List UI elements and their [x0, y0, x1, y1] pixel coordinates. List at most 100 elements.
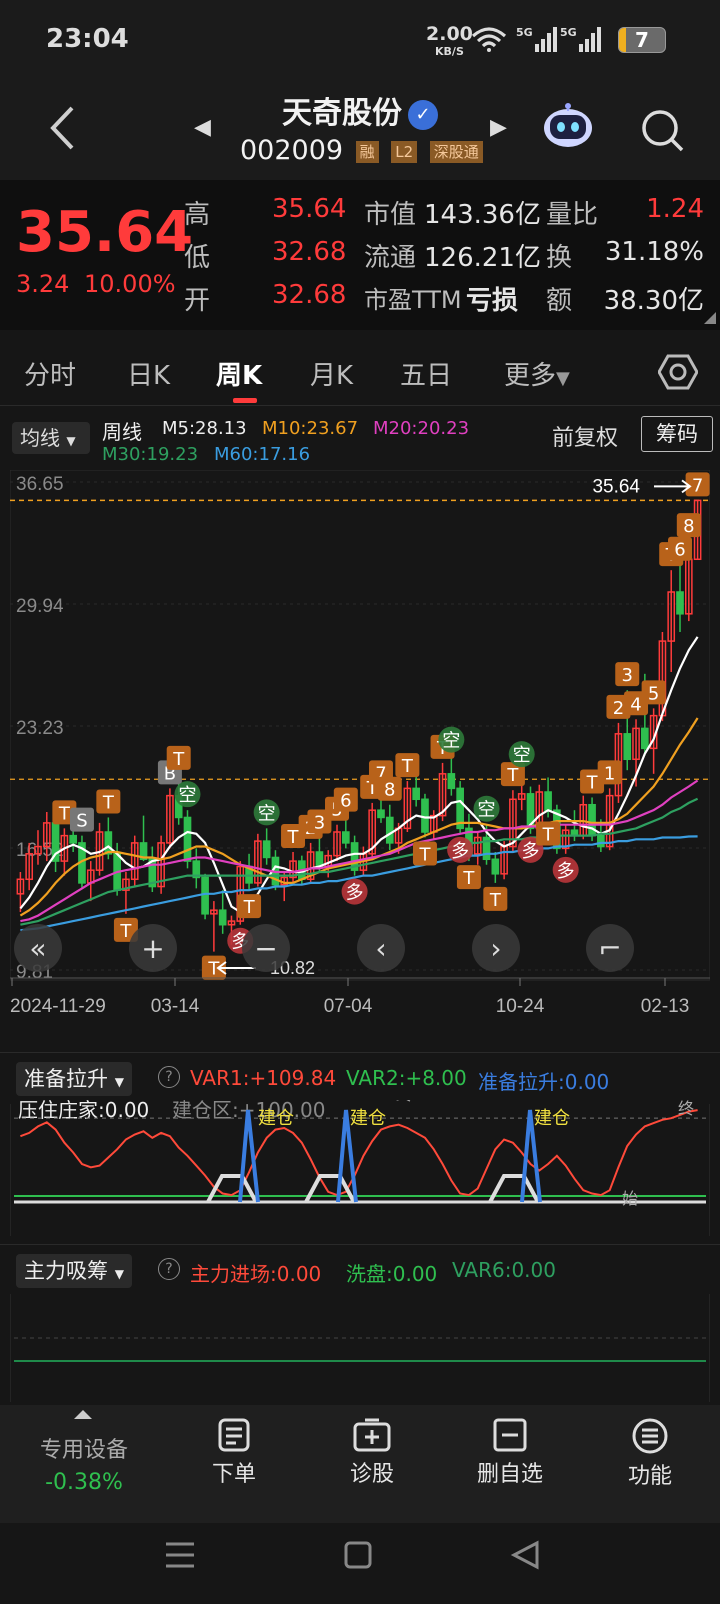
- signal-text: 空: [513, 745, 531, 766]
- candle-body: [597, 834, 605, 848]
- stock-name: 天奇股份: [282, 96, 402, 131]
- caret-down-icon: ▼: [114, 1075, 124, 1089]
- mcap-value: 143.36亿: [424, 200, 541, 230]
- vol-ratio-label: 量比: [546, 200, 599, 230]
- help-icon[interactable]: ?: [158, 1258, 180, 1280]
- candle-body: [544, 791, 552, 811]
- chart-control-button[interactable]: +: [129, 924, 177, 972]
- ready-trapezoid: [304, 1174, 356, 1203]
- signal-badge: 多: [447, 836, 474, 863]
- ma30-label: M30:19.23: [102, 444, 199, 465]
- amount-label: 额: [546, 286, 573, 316]
- device-label[interactable]: 专用设备: [22, 1432, 146, 1464]
- functions-button[interactable]: 功能: [590, 1418, 710, 1490]
- tab-daily[interactable]: 日K: [127, 355, 170, 392]
- signal-text: T: [418, 844, 431, 865]
- signal-badge: 3: [615, 662, 640, 687]
- build-label: 建仓: [350, 1108, 386, 1129]
- signal-text: 3: [622, 665, 633, 686]
- candle-body: [218, 909, 227, 926]
- low-label: 低: [184, 243, 211, 273]
- stock-code-row: 002009 融 L2 深股通: [240, 135, 483, 166]
- signal-text: 空: [179, 785, 197, 806]
- float-value: 126.21亿: [424, 243, 541, 273]
- caret-down-icon: ▼: [66, 434, 76, 448]
- signal-badge: 空: [438, 726, 465, 753]
- mcap-label: 市值: [364, 200, 417, 230]
- signal-text: 空: [442, 731, 460, 752]
- device-change: -0.38%: [45, 1470, 123, 1495]
- caret-down-icon: ▼: [556, 368, 570, 389]
- tag-l2: L2: [391, 140, 418, 163]
- stock-title: 天奇股份 ✓: [0, 88, 720, 132]
- ma-selector[interactable]: 均线 ▼: [12, 422, 90, 454]
- signal-badge: S: [69, 807, 94, 832]
- signal-badge: 8: [676, 513, 701, 538]
- candle-body: [676, 591, 684, 615]
- pe-value: 亏损: [466, 286, 519, 316]
- signal-badge: T: [456, 865, 481, 890]
- signal-text: 空: [258, 803, 276, 824]
- ready-trapezoid: [206, 1174, 258, 1203]
- chart-control-button[interactable]: «: [14, 924, 62, 972]
- indicator1-selector[interactable]: 准备拉升 ▼: [16, 1062, 132, 1096]
- high-value: 35.64: [272, 194, 347, 224]
- chart-control-button[interactable]: ›: [472, 924, 520, 972]
- signal-text: 8: [384, 780, 395, 801]
- last-price-arrow-icon: [654, 479, 692, 494]
- battery-icon: 7: [618, 27, 666, 53]
- last-price-label: 35.64: [592, 476, 640, 497]
- order-button[interactable]: 下单: [174, 1418, 294, 1488]
- remove-watchlist-button[interactable]: 删自选: [450, 1418, 570, 1488]
- weekly-kline-chart[interactable]: 36.6529.9423.2316.529.81TSTTBT空T多T空T2356…: [10, 470, 710, 1030]
- signal-badge: 空: [508, 741, 535, 768]
- help-icon[interactable]: ?: [158, 1066, 180, 1088]
- signal-text: T: [586, 772, 599, 793]
- signal-badge: 1: [597, 760, 622, 785]
- signal-badge: 6: [333, 787, 358, 812]
- candle-body: [641, 727, 649, 750]
- chip-distribution-button[interactable]: 筹码: [641, 416, 713, 452]
- settings-icon[interactable]: [658, 352, 698, 392]
- tab-monthly[interactable]: 月K: [310, 355, 353, 392]
- caret-up-icon[interactable]: [74, 1408, 92, 1420]
- signal-text: T: [542, 824, 555, 845]
- var2-label: VAR2:+8.00: [346, 1066, 467, 1090]
- control-glyph: −: [254, 932, 277, 965]
- remove-icon: [493, 1418, 527, 1452]
- diagnose-button[interactable]: 诊股: [312, 1418, 432, 1488]
- chart-control-button[interactable]: ‹: [357, 924, 405, 972]
- signal-text: 8: [683, 516, 694, 537]
- signal-badge: 5: [641, 680, 666, 705]
- vol-ratio-value: 1.24: [646, 194, 704, 224]
- adjust-toggle[interactable]: 前复权: [552, 420, 618, 452]
- search-icon[interactable]: [640, 108, 684, 152]
- signal-badge: 多: [341, 878, 368, 905]
- chart-control-button[interactable]: −: [242, 924, 290, 972]
- signal-badge: T: [395, 753, 420, 778]
- tab-weekly[interactable]: 周K: [216, 355, 262, 392]
- candle-body: [623, 733, 632, 761]
- back-nav-icon[interactable]: [510, 1540, 540, 1570]
- control-glyph: +: [141, 932, 164, 965]
- signal-badge: 空: [253, 799, 280, 826]
- sim1-label: 5G: [516, 26, 533, 39]
- menu-icon: [632, 1418, 668, 1454]
- chart-control-button[interactable]: ⌐: [586, 924, 634, 972]
- tab-five-day[interactable]: 五日: [400, 355, 452, 392]
- pe-label: 市盈TTM: [364, 286, 462, 314]
- indicator2-selector[interactable]: 主力吸筹 ▼: [16, 1254, 132, 1288]
- candle-body: [341, 831, 350, 844]
- tag-connect: 深股通: [429, 140, 483, 163]
- recent-apps-icon[interactable]: [164, 1540, 196, 1570]
- home-icon[interactable]: [344, 1540, 372, 1570]
- ai-assistant-icon[interactable]: [542, 102, 594, 150]
- period-label: 周线: [102, 420, 142, 444]
- active-tab-indicator: [233, 398, 257, 403]
- expand-corner-icon[interactable]: [704, 312, 716, 324]
- tab-more[interactable]: 更多▼: [504, 355, 570, 392]
- tab-intraday[interactable]: 分时: [24, 355, 76, 392]
- diagnose-label: 诊股: [349, 1462, 394, 1487]
- control-glyph: ›: [490, 932, 501, 965]
- signal-badge: T: [483, 886, 508, 911]
